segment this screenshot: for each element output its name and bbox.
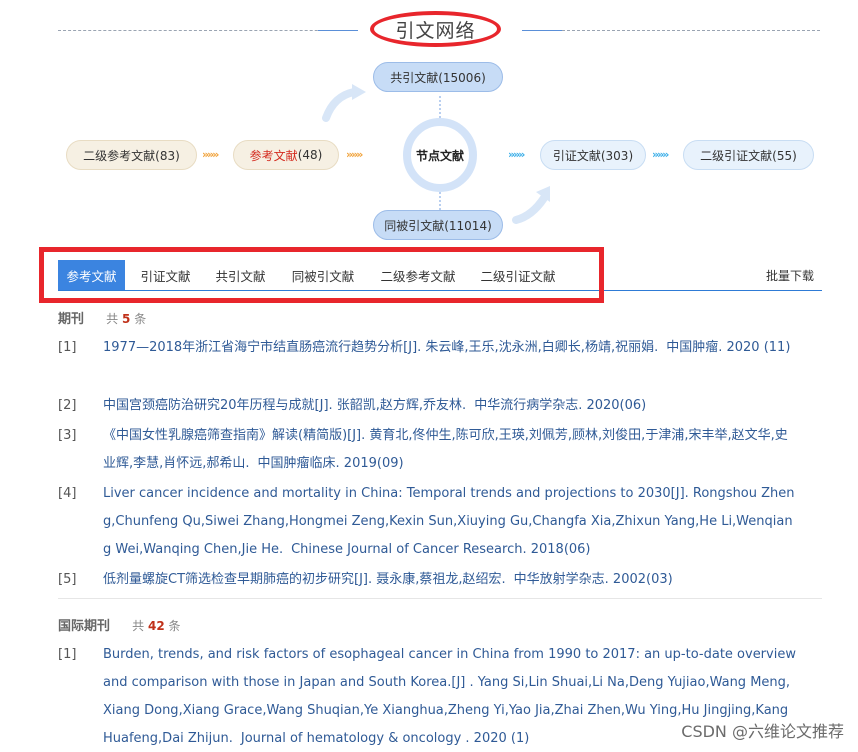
ref-source: 中国肿瘤. 2020 (11) (666, 340, 791, 355)
total-count: 5 (122, 312, 131, 326)
current-article-label: 节点文献 (415, 148, 464, 163)
second-refs-node[interactable]: 二级参考文献(83) (66, 140, 197, 170)
ref-index: [5] (58, 572, 77, 587)
arrow-right-icon: »»» (202, 148, 219, 161)
co-cited-label: 同被引文献(11014) (384, 218, 492, 233)
ref-text: 《中国女性乳腺癌筛查指南》解读(精简版)[J]. 黄育北,佟仲生,陈可欣,王瑛,… (103, 428, 788, 471)
list-item: [3] 《中国女性乳腺癌筛查指南》解读(精简版)[J]. 黄育北,佟仲生,陈可欣… (58, 422, 798, 478)
title-accent-right (522, 30, 562, 31)
title-highlight-circle: 引文网络 (370, 11, 501, 47)
watermark: CSDN @六维论文推荐 (681, 722, 844, 741)
citing-node[interactable]: 引证文献(303) (540, 140, 646, 170)
total-suffix: 条 (168, 619, 181, 633)
ref-index: [4] (58, 486, 77, 501)
ref-index: [2] (58, 398, 77, 413)
list-item: [5] 低剂量螺旋CT筛选检查早期肺癌的初步研究[J]. 聂永康,蔡祖龙,赵绍宏… (58, 566, 798, 594)
curve-arrow-down-icon (512, 186, 550, 224)
connector-bottom (439, 192, 441, 210)
ref-source: 中华放射学杂志. 2002(03) (513, 572, 673, 587)
connector-top (439, 96, 441, 118)
ref-text: 低剂量螺旋CT筛选检查早期肺癌的初步研究[J]. 聂永康,蔡祖龙,赵绍宏. (103, 572, 506, 587)
arrow-right-icon: »»» (346, 148, 363, 161)
ref-source: Journal of hematology & oncology . 2020 … (240, 731, 530, 746)
section-total: 共 5 条 (106, 312, 146, 326)
co-cited-node[interactable]: 同被引文献(11014) (373, 210, 503, 240)
ref-source: 中国肿瘤临床. 2019(09) (257, 456, 404, 471)
ref-index: [1] (58, 340, 77, 355)
ref-link[interactable]: 1977—2018年浙江省海宁市结直肠癌流行趋势分析[J]. 朱云峰,王乐,沈永… (103, 334, 798, 362)
total-count: 42 (148, 619, 165, 633)
ref-link[interactable]: 低剂量螺旋CT筛选检查早期肺癌的初步研究[J]. 聂永康,蔡祖龙,赵绍宏. 中华放… (103, 566, 798, 594)
co-citing-node[interactable]: 共引文献(15006) (373, 62, 503, 92)
section-name: 国际期刊 (58, 619, 111, 634)
tabs-highlight-box (39, 247, 604, 303)
total-prefix: 共 (132, 619, 145, 633)
section-total: 共 42 条 (132, 619, 180, 633)
ref-link[interactable]: Liver cancer incidence and mortality in … (103, 480, 798, 564)
ref-text: 中国宫颈癌防治研究20年历程与成就[J]. 张韶凯,赵方辉,乔友林. (103, 398, 467, 413)
citing-label: 引证文献(303) (552, 148, 634, 163)
refs-node[interactable]: 参考文献 (48) (233, 140, 339, 170)
ref-link[interactable]: 中国宫颈癌防治研究20年历程与成就[J]. 张韶凯,赵方辉,乔友林. 中华流行病学… (103, 392, 798, 420)
co-citing-label: 共引文献(15006) (390, 70, 486, 85)
ref-index: [1] (58, 647, 77, 662)
curve-arrow-up-icon (322, 84, 366, 122)
second-refs-label: 二级参考文献(83) (83, 148, 180, 163)
batch-download-label: 批量下载 (765, 268, 814, 283)
section-name: 期刊 (58, 312, 85, 327)
ref-link[interactable]: 《中国女性乳腺癌筛查指南》解读(精简版)[J]. 黄育北,佟仲生,陈可欣,王瑛,… (103, 422, 798, 478)
ref-text: 1977—2018年浙江省海宁市结直肠癌流行趋势分析[J]. 朱云峰,王乐,沈永… (103, 340, 659, 355)
list-item: [4] Liver cancer incidence and mortality… (58, 480, 798, 564)
ref-source: Chinese Journal of Cancer Research. 2018… (291, 542, 591, 557)
second-citing-node[interactable]: 二级引证文献(55) (683, 140, 814, 170)
section-divider (58, 598, 822, 599)
list-item: [1] 1977—2018年浙江省海宁市结直肠癌流行趋势分析[J]. 朱云峰,王… (58, 334, 798, 390)
ref-source: 中华流行病学杂志. 2020(06) (474, 398, 647, 413)
ref-index: [3] (58, 428, 77, 443)
total-prefix: 共 (106, 312, 119, 326)
title-divider-right (522, 30, 820, 31)
second-citing-label: 二级引证文献(55) (700, 148, 797, 163)
total-suffix: 条 (134, 312, 147, 326)
arrow-right-icon: »»» (508, 148, 525, 161)
current-article-node: 节点文献 (403, 118, 477, 192)
section-journals-header: 期刊 共 5 条 (58, 308, 146, 327)
list-item: [2] 中国宫颈癌防治研究20年历程与成就[J]. 张韶凯,赵方辉,乔友林. 中华… (58, 392, 798, 420)
title-divider-left (58, 30, 358, 31)
section-intl-journals-header: 国际期刊 共 42 条 (58, 615, 181, 634)
title-accent-left (318, 30, 358, 31)
arrow-right-icon: »»» (652, 148, 669, 161)
refs-node-count: (48) (297, 148, 323, 162)
page-title: 引文网络 (395, 19, 476, 42)
refs-node-label: 参考文献 (249, 148, 298, 163)
batch-download-button[interactable]: 批量下载 (766, 260, 814, 290)
